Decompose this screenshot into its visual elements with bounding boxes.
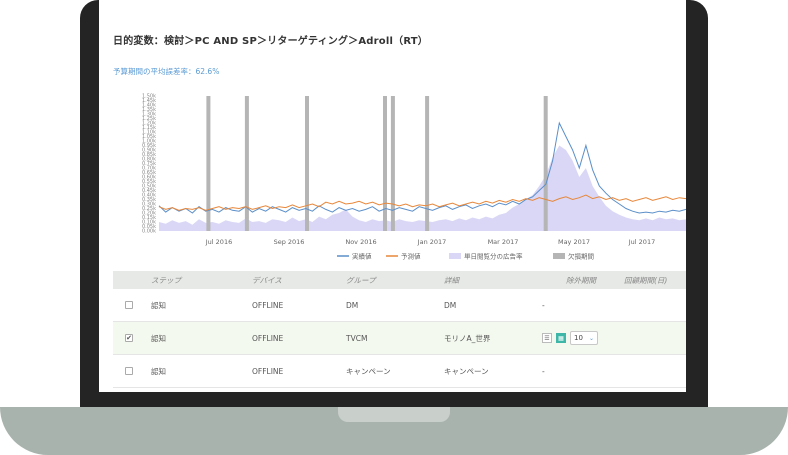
screen: 日的変数：検討＞PC AND SP＞リターゲティング＞Adroll（RT） 予算… <box>99 0 686 392</box>
x-tick-label: Sep 2016 <box>274 238 305 246</box>
x-tick-label: Jul 2017 <box>628 238 655 246</box>
cell-detail: DM <box>444 300 457 310</box>
legend-label: 単日閲覧分の広告率 <box>464 252 523 261</box>
cell-exclusion: ☰ ▦ 10 ⌄ <box>538 331 620 345</box>
cell-device: OFFLINE <box>252 333 284 343</box>
legend-label: 予測値 <box>401 252 421 261</box>
cell-exclusion: - <box>542 300 545 310</box>
missing-period-band <box>543 96 548 231</box>
missing-period-band <box>244 96 249 231</box>
cell-group: キャンペーン <box>346 366 391 376</box>
row-checkbox[interactable] <box>125 367 133 375</box>
cell-exclusion: - <box>542 366 545 376</box>
cell-step: 認知 <box>151 366 166 376</box>
cell-step: 認知 <box>151 300 166 310</box>
forecast-chart: 0.00k0.05k0.10k0.15k0.20k0.25k0.30k0.35k… <box>142 94 686 261</box>
missing-period-band <box>390 96 395 231</box>
cell-device: OFFLINE <box>252 366 284 376</box>
x-tick-label: Mar 2017 <box>488 238 519 246</box>
missing-period-band <box>425 96 430 231</box>
check-icon: ✔ <box>126 333 132 342</box>
cell-detail: キャンペーン <box>444 366 489 376</box>
laptop-notch <box>338 407 450 422</box>
header-detail: 詳細 <box>444 275 459 285</box>
missing-period-band <box>383 96 387 231</box>
cell-group: DM <box>346 300 359 310</box>
channel-table: ステップ デバイス グループ 詳細 除外期間 回顧期間(日) 認知 OFFLIN… <box>113 271 686 392</box>
table-row[interactable]: 認知 OFFLINE キャンペーン キャンペーン - <box>113 355 686 388</box>
x-tick-label: May 2017 <box>558 238 590 246</box>
cell-group: TVCM <box>346 333 368 343</box>
cell-detail: モリノA_世界 <box>444 333 491 343</box>
header-lookback: 回顧期間(日) <box>624 275 668 285</box>
list-view-icon[interactable]: ☰ <box>542 333 552 343</box>
series-area-ad-rate <box>159 145 686 231</box>
header-step: ステップ <box>151 275 181 285</box>
legend-swatch <box>449 253 461 259</box>
header-group: グループ <box>346 275 376 285</box>
missing-period-band <box>305 96 309 231</box>
y-tick-label: 1.50k <box>142 94 156 100</box>
x-tick-label: Nov 2016 <box>345 238 376 246</box>
row-checkbox-checked[interactable]: ✔ <box>125 334 133 342</box>
header-exclusion: 除外期間 <box>566 275 596 285</box>
table-header: ステップ デバイス グループ 詳細 除外期間 回顧期間(日) <box>113 271 686 289</box>
x-tick-label: Jul 2016 <box>205 238 232 246</box>
table-row-empty <box>113 388 686 392</box>
table-row[interactable]: ✔ 認知 OFFLINE TVCM モリノA_世界 ☰ ▦ 10 ⌄ <box>113 322 686 355</box>
grid-view-icon[interactable]: ▦ <box>556 333 566 343</box>
cell-device: OFFLINE <box>252 300 284 310</box>
exclusion-dropdown[interactable]: 10 ⌄ <box>570 331 598 345</box>
x-tick-label: Jan 2017 <box>417 238 447 246</box>
dropdown-value: 10 <box>574 334 583 342</box>
header-device: デバイス <box>252 275 282 285</box>
legend-swatch <box>553 253 565 259</box>
legend-label: 実績値 <box>352 252 372 261</box>
row-checkbox[interactable] <box>125 301 133 309</box>
chevron-down-icon: ⌄ <box>588 334 594 342</box>
legend-label: 欠損期間 <box>568 252 594 261</box>
table-row[interactable]: 認知 OFFLINE DM DM - <box>113 289 686 322</box>
cell-step: 認知 <box>151 333 166 343</box>
